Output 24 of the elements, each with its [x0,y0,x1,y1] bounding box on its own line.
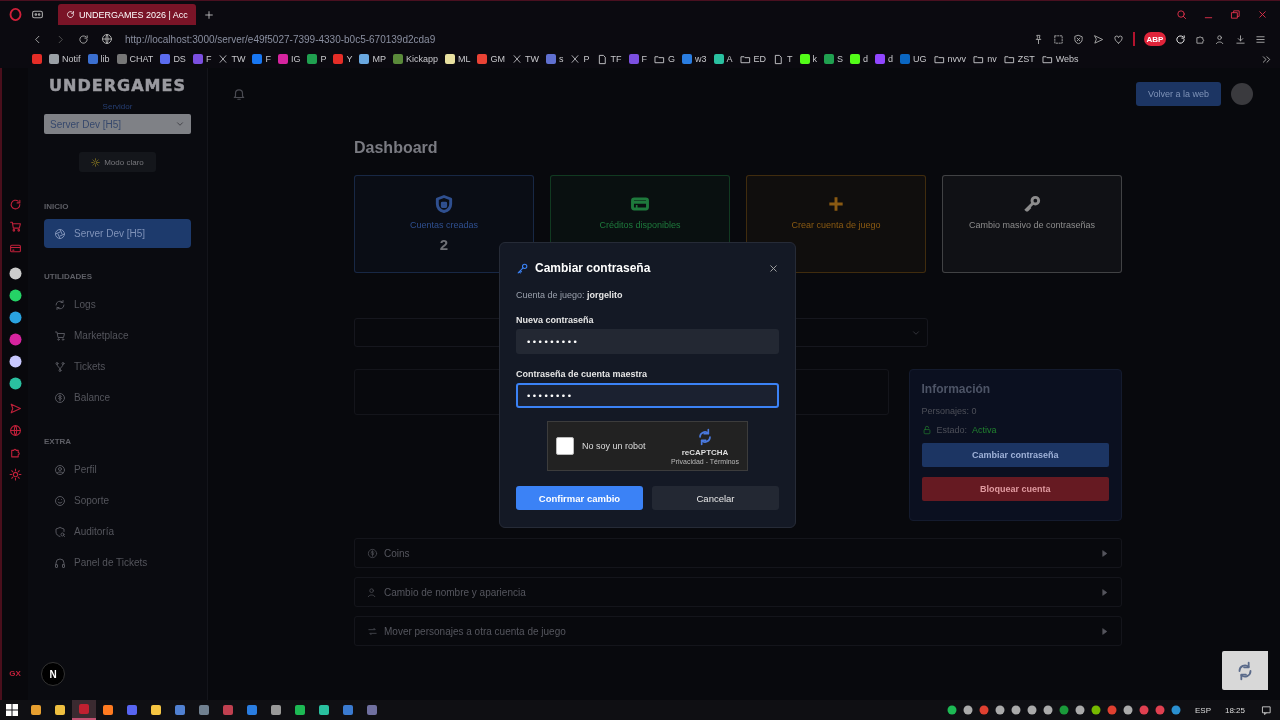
account-info: Cuenta de juego: jorgelito [516,290,624,300]
captcha-label: No soy un robot [582,441,646,451]
accordion-title: Mover personajes a otra cuenta de juego [384,625,566,637]
field-label: Nueva contraseña [516,315,595,325]
card-label: Cuentas creadas [409,220,478,230]
card-label: Créditos disponibles [599,220,681,230]
captcha-brand: reCAPTCHA [681,448,729,457]
logo: UNDERGAMES [49,76,186,95]
dialog-title: Cambiar contraseña [535,261,651,275]
section-heading: INICIO [44,202,70,211]
brand-label: GX [9,669,21,678]
section-heading: EXTRA [44,437,73,446]
field-label: Servidor [102,102,133,111]
card-label: Crear cuenta de juego [791,220,881,230]
accordion-title: Cambio de nombre y apariencia [384,586,526,598]
card-value: 2 [439,236,449,253]
accordion-title: Coins [384,547,410,559]
panel-title: Información [921,382,992,396]
field-label: Contraseña de cuenta maestra [516,369,649,379]
section-heading: UTILIDADES [44,272,93,281]
status-value: Activa [972,425,997,435]
status-label: Estado: [936,425,968,435]
card-label: Cambio masivo de contraseñas [968,220,1096,230]
page-title: Dashboard [354,140,439,156]
